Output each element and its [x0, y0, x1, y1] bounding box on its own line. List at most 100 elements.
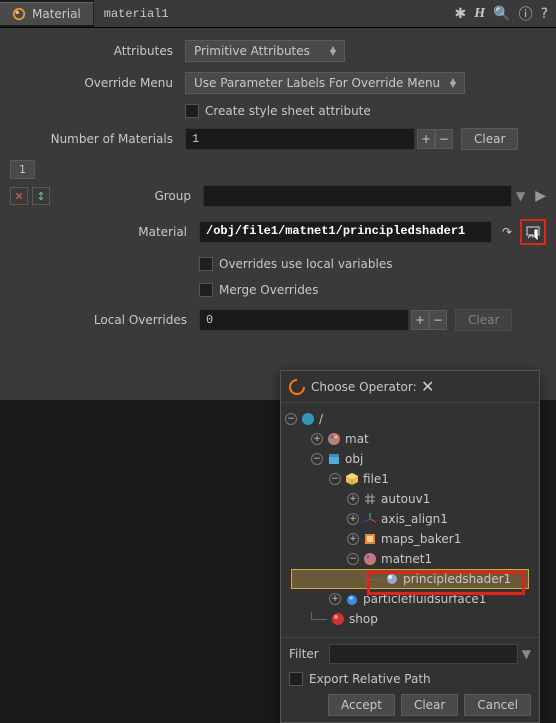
expand-icon[interactable]: + — [311, 433, 323, 445]
operator-tree[interactable]: − / +mat−obj−file1+autouv1+axis_align1+m… — [281, 403, 539, 637]
baker-icon — [363, 532, 377, 546]
close-icon[interactable]: ✕ — [421, 377, 531, 396]
create-style-row: Create style sheet attribute — [10, 104, 546, 118]
attributes-label: Attributes — [10, 44, 185, 58]
material-sop-icon — [12, 7, 26, 21]
merge-overrides-checkbox[interactable] — [199, 283, 213, 297]
houdini-help-icon[interactable]: H — [474, 6, 485, 22]
matnet-icon — [363, 552, 377, 566]
help-icon[interactable]: ? — [541, 6, 548, 22]
tree-item[interactable]: + autouv1 — [285, 489, 535, 509]
collapse-icon[interactable]: − — [285, 413, 297, 425]
export-relative-checkbox[interactable] — [289, 672, 303, 686]
decrement-button[interactable]: − — [429, 310, 447, 330]
geo-icon — [327, 452, 341, 466]
tree-item[interactable]: − obj — [285, 449, 535, 469]
group-select-icon[interactable]: ▶ — [535, 188, 546, 204]
group-dropdown-icon[interactable]: ▼ — [516, 189, 525, 203]
tree-item-label: axis_align1 — [381, 512, 448, 526]
tree-item-label: file1 — [363, 472, 389, 486]
open-chooser-button[interactable] — [524, 223, 542, 241]
increment-button[interactable]: + — [411, 310, 429, 330]
tree-item[interactable]: + mat — [285, 429, 535, 449]
title-tools: ✱ H 🔍 ⓘ ? — [447, 0, 556, 27]
group-label: Group — [58, 189, 203, 203]
filter-row: Filter ▼ — [289, 644, 531, 664]
collapse-icon[interactable]: − — [329, 473, 341, 485]
group-input[interactable] — [203, 185, 512, 207]
expand-icon[interactable]: + — [347, 493, 359, 505]
expand-icon[interactable]: + — [347, 513, 359, 525]
overrides-local-checkbox[interactable] — [199, 257, 213, 271]
cancel-button[interactable]: Cancel — [464, 694, 531, 716]
tree-item-label: mat — [345, 432, 369, 446]
fluid-icon — [345, 592, 359, 606]
num-materials-label: Number of Materials — [10, 132, 185, 146]
palette-icon — [327, 432, 341, 446]
attributes-combo[interactable]: Primitive Attributes ▲▼ — [185, 40, 345, 62]
material-path-input[interactable]: /obj/file1/matnet1/principledshader1 — [199, 221, 492, 243]
create-style-checkbox[interactable] — [185, 104, 199, 118]
clear-button[interactable]: Clear — [401, 694, 458, 716]
create-style-label: Create style sheet attribute — [205, 104, 371, 118]
local-overrides-input[interactable]: 0 — [199, 309, 409, 331]
clear-button[interactable]: Clear — [455, 309, 512, 331]
tree-item-label: matnet1 — [381, 552, 432, 566]
tree-root[interactable]: − / — [285, 409, 535, 429]
choose-operator-dialog: Choose Operator: ✕ − / +mat−obj−file1+au… — [280, 370, 540, 723]
tree-item[interactable]: +maps_baker1 — [285, 529, 535, 549]
decrement-button[interactable]: − — [435, 129, 453, 149]
axis-icon — [363, 512, 377, 526]
override-menu-label: Override Menu — [10, 76, 185, 90]
tree-item-label: principledshader1 — [403, 572, 511, 586]
override-menu-value: Use Parameter Labels For Override Menu — [194, 76, 440, 90]
remove-instance-button[interactable]: ✕ — [10, 187, 28, 205]
info-icon[interactable]: ⓘ — [519, 4, 533, 24]
increment-button[interactable]: + — [417, 129, 435, 149]
group-row: ✕ ↕ Group ▼ ▶ — [0, 179, 556, 213]
tree-item-label: shop — [349, 612, 378, 626]
dialog-footer: Filter ▼ Export Relative Path Accept Cle… — [281, 637, 539, 722]
collapse-icon[interactable]: − — [311, 453, 323, 465]
tree-item[interactable]: − file1 — [285, 469, 535, 489]
dialog-buttons: Accept Clear Cancel — [289, 694, 531, 716]
tree-item-label: autouv1 — [381, 492, 430, 506]
dialog-title: Choose Operator: — [311, 380, 421, 394]
tree-item[interactable]: − matnet1 — [285, 549, 535, 569]
globe-icon — [301, 412, 315, 426]
clear-button[interactable]: Clear — [461, 128, 518, 150]
attributes-value: Primitive Attributes — [194, 44, 310, 58]
node-name-field[interactable]: material1 — [94, 0, 447, 27]
tree-item[interactable]: shop — [285, 609, 535, 629]
houdini-swirl-icon — [286, 375, 309, 398]
tree-item[interactable]: +particlefluidsurface1 — [285, 589, 535, 609]
cube-icon — [345, 472, 359, 486]
sequence-tab-1[interactable]: 1 — [10, 160, 35, 179]
highlight-red-box — [520, 219, 546, 245]
expand-icon[interactable]: + — [329, 593, 341, 605]
chevron-updown-icon: ▲▼ — [330, 47, 336, 55]
expand-icon[interactable]: + — [347, 533, 359, 545]
tree-item[interactable]: principledshader1 — [285, 569, 535, 589]
tree-item[interactable]: + axis_align1 — [285, 509, 535, 529]
reorder-button[interactable]: ↕ — [32, 187, 50, 205]
num-materials-input[interactable]: 1 — [185, 128, 415, 150]
shader-icon — [385, 572, 399, 586]
local-overrides-label: Local Overrides — [54, 313, 199, 327]
material-row: Material /obj/file1/matnet1/principledsh… — [0, 213, 556, 251]
filter-label: Filter — [289, 647, 329, 661]
filter-dropdown-icon[interactable]: ▼ — [522, 647, 531, 661]
accept-button[interactable]: Accept — [328, 694, 395, 716]
export-relative-label: Export Relative Path — [309, 672, 431, 686]
node-type-tab[interactable]: Material — [0, 2, 94, 25]
collapse-icon[interactable]: − — [347, 553, 359, 565]
search-icon[interactable]: 🔍 — [493, 6, 510, 22]
merge-overrides-row: Merge Overrides — [0, 277, 556, 303]
tree-item-label: obj — [345, 452, 363, 466]
override-menu-combo[interactable]: Use Parameter Labels For Override Menu ▲… — [185, 72, 465, 94]
shop-icon — [331, 612, 345, 626]
attributes-row: Attributes Primitive Attributes ▲▼ — [10, 40, 546, 62]
filter-input[interactable] — [329, 644, 518, 664]
gear-icon[interactable]: ✱ — [455, 6, 467, 22]
jump-to-operator-icon[interactable]: ↷ — [498, 223, 516, 241]
